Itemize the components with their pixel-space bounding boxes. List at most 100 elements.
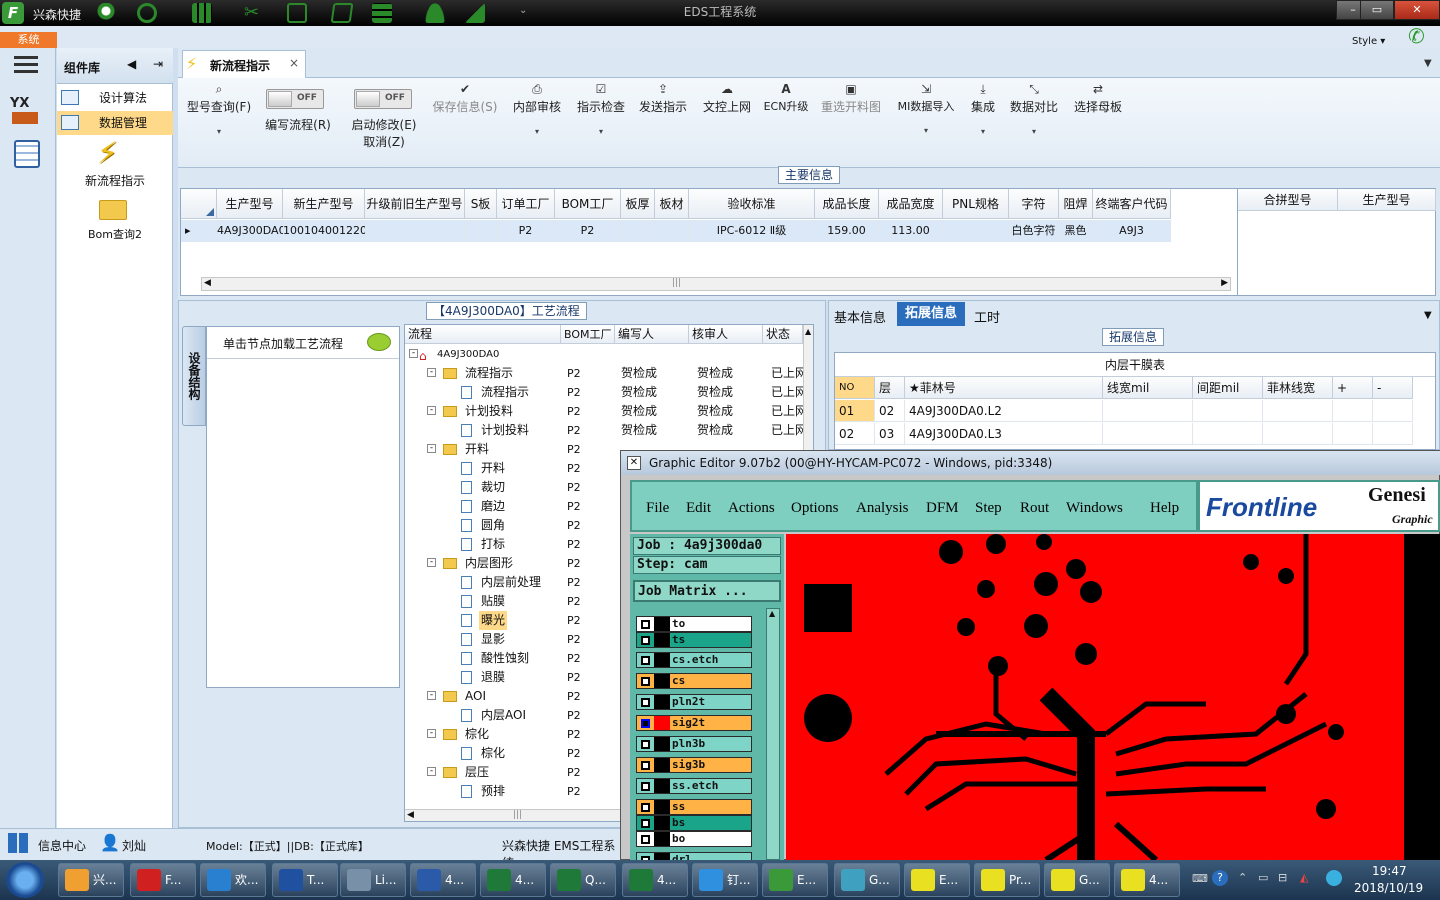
collapse-toggle-icon[interactable]: - [427, 767, 436, 776]
layer-color-swatch[interactable] [654, 674, 670, 688]
column-header[interactable]: + [1333, 377, 1373, 399]
column-header[interactable]: 字符 [1009, 189, 1059, 219]
taskbar-item[interactable]: G... [834, 863, 900, 897]
taskbar-item[interactable]: T... [272, 863, 338, 897]
reselect-cutting-map-button[interactable]: ▣ 重选开料图 [818, 82, 884, 115]
layer-checkbox[interactable] [641, 740, 650, 749]
table-cell[interactable]: 4A9J300DA0 [217, 220, 286, 242]
layer-row[interactable]: to [636, 616, 752, 632]
table-cell[interactable] [1333, 400, 1373, 422]
layer-scrollbar[interactable]: ▲ [766, 608, 780, 860]
layer-checkbox[interactable] [641, 677, 650, 686]
tab-list-dropdown-icon[interactable]: ▼ [1424, 58, 1432, 69]
column-header[interactable]: 新生产型号 [283, 189, 365, 219]
table-cell[interactable] [655, 220, 689, 242]
integrate-button[interactable]: ⤓ 集成 ▾ [966, 82, 1000, 136]
menu-dfm[interactable]: DFM [926, 500, 959, 517]
internal-review-button[interactable]: ⎙ 内部审核 ▾ [508, 82, 566, 136]
layer-checkbox[interactable] [641, 620, 650, 629]
start-button[interactable] [6, 862, 44, 898]
layer-color-swatch[interactable] [654, 758, 670, 772]
taskbar-item[interactable]: 欢... [200, 863, 266, 897]
menu-icon[interactable] [14, 56, 38, 59]
column-header[interactable]: 板厚 [621, 189, 655, 219]
horizontal-scrollbar[interactable]: ◀ ||| ▶ [201, 277, 1231, 291]
table-cell[interactable]: 02 [875, 400, 905, 422]
new-flow-instruction-item[interactable]: 新流程指示 [57, 172, 173, 189]
pin-icon[interactable]: ⇥ [153, 57, 163, 71]
table-cell[interactable] [1373, 400, 1413, 422]
table-cell[interactable] [1263, 400, 1333, 422]
layer-checkbox[interactable] [641, 698, 650, 707]
column-header[interactable]: 线宽mil [1103, 377, 1193, 399]
layer-checkbox[interactable] [641, 819, 650, 828]
table-cell[interactable]: 01 [835, 400, 875, 422]
layer-row[interactable]: cs [636, 673, 752, 689]
collapse-toggle-icon[interactable]: - [427, 444, 436, 453]
column-header[interactable]: PNL规格 [943, 189, 1009, 219]
library-item-design-algorithm[interactable]: 设计算法 [57, 86, 173, 110]
collapse-toggle-icon[interactable]: - [409, 349, 418, 358]
scroll-left-icon[interactable]: ◀ [407, 810, 414, 820]
table-cell[interactable]: 113.00 [879, 220, 943, 242]
yx-factory-icon[interactable]: YX [10, 96, 42, 126]
dropdown-arrow-icon[interactable]: ▾ [572, 127, 630, 136]
table-cell[interactable]: 黑色 [1059, 220, 1093, 242]
save-info-button[interactable]: ✔ 保存信息(S) [430, 82, 500, 115]
tray-messenger-icon[interactable] [1326, 870, 1342, 886]
library-item-data-management[interactable]: 数据管理 [57, 111, 173, 135]
tree-row[interactable]: - ⌂ 4A9J300DA0 [405, 345, 813, 364]
info-center-label[interactable]: 信息中心 [38, 837, 86, 854]
column-header[interactable]: 板材 [655, 189, 689, 219]
column-header[interactable]: 菲林线宽 [1263, 377, 1333, 399]
table-cell[interactable] [1333, 423, 1373, 445]
bom-query-item[interactable]: Bom查询2 [57, 226, 173, 242]
tab-extended-info[interactable]: 拓展信息 [897, 302, 965, 326]
taskbar-item[interactable]: Pr... [974, 863, 1040, 897]
table-cell[interactable] [1193, 423, 1263, 445]
windows-tiles-icon[interactable] [8, 833, 28, 853]
system-tab[interactable]: 系统 [0, 32, 57, 48]
column-header[interactable]: 升级前旧生产型号 [365, 189, 465, 219]
layer-color-swatch[interactable] [654, 779, 670, 793]
taskbar-item[interactable]: Li... [340, 863, 406, 897]
phone-icon[interactable]: ✆ [1408, 26, 1430, 46]
menu-windows[interactable]: Windows [1066, 500, 1123, 517]
table-cell[interactable]: P2 [555, 220, 621, 242]
dropdown-arrow-icon[interactable]: ▾ [1008, 127, 1060, 136]
layer-checkbox[interactable] [641, 761, 650, 770]
data-compare-button[interactable]: ⤡ 数据对比 ▾ [1008, 82, 1060, 136]
tree-row[interactable]: 计划投料 P2 贺检成 贺检成 已上网 [405, 421, 813, 440]
table-cell[interactable]: 白色字符 [1009, 220, 1059, 242]
layer-color-swatch[interactable] [654, 617, 670, 631]
show-hidden-icons-icon[interactable]: ⌃ [1238, 871, 1247, 884]
collapse-left-icon[interactable]: ◀ [127, 57, 136, 71]
doc-control-online-button[interactable]: ☁ 文控上网 [698, 82, 756, 115]
style-menu[interactable]: Style ▾ [1352, 36, 1385, 47]
taskbar-item[interactable]: Q... [550, 863, 616, 897]
layer-color-swatch[interactable] [654, 737, 670, 751]
network-icon[interactable]: ⊟ [1278, 871, 1287, 884]
layer-row[interactable]: bo [636, 831, 752, 847]
layer-color-swatch[interactable] [654, 695, 670, 709]
column-header-bom-factory[interactable]: BOM工厂 [561, 325, 615, 344]
layer-row[interactable]: ts [636, 632, 752, 648]
column-header-flow[interactable]: 流程 [405, 325, 561, 344]
dropdown-arrow-icon[interactable]: ▾ [184, 127, 254, 136]
column-header[interactable]: 订单工厂 [497, 189, 555, 219]
taskbar-item[interactable]: 兴... [58, 863, 124, 897]
start-modify-toggle[interactable]: OFF [354, 89, 412, 109]
layer-checkbox[interactable] [641, 719, 650, 728]
tree-row[interactable]: 流程指示 P2 贺检成 贺检成 已上网 [405, 383, 813, 402]
ecn-upgrade-button[interactable]: A ECN升级 [760, 82, 812, 114]
column-header-status[interactable]: 状态 [763, 325, 803, 344]
column-header[interactable]: 成品宽度 [879, 189, 943, 219]
dropdown-arrow-icon[interactable]: ▾ [966, 127, 1000, 136]
table-cell[interactable]: 10010400122037 [283, 220, 381, 242]
tree-row[interactable]: - 流程指示 P2 贺检成 贺检成 已上网 [405, 364, 813, 383]
column-header[interactable]: 验收标准 [689, 189, 815, 219]
instruction-check-button[interactable]: ☑ 指示检查 ▾ [572, 82, 630, 136]
layer-color-swatch[interactable] [654, 633, 670, 647]
scroll-up-icon[interactable]: ▲ [769, 609, 775, 618]
close-window-button[interactable]: ✕ [1394, 0, 1440, 20]
